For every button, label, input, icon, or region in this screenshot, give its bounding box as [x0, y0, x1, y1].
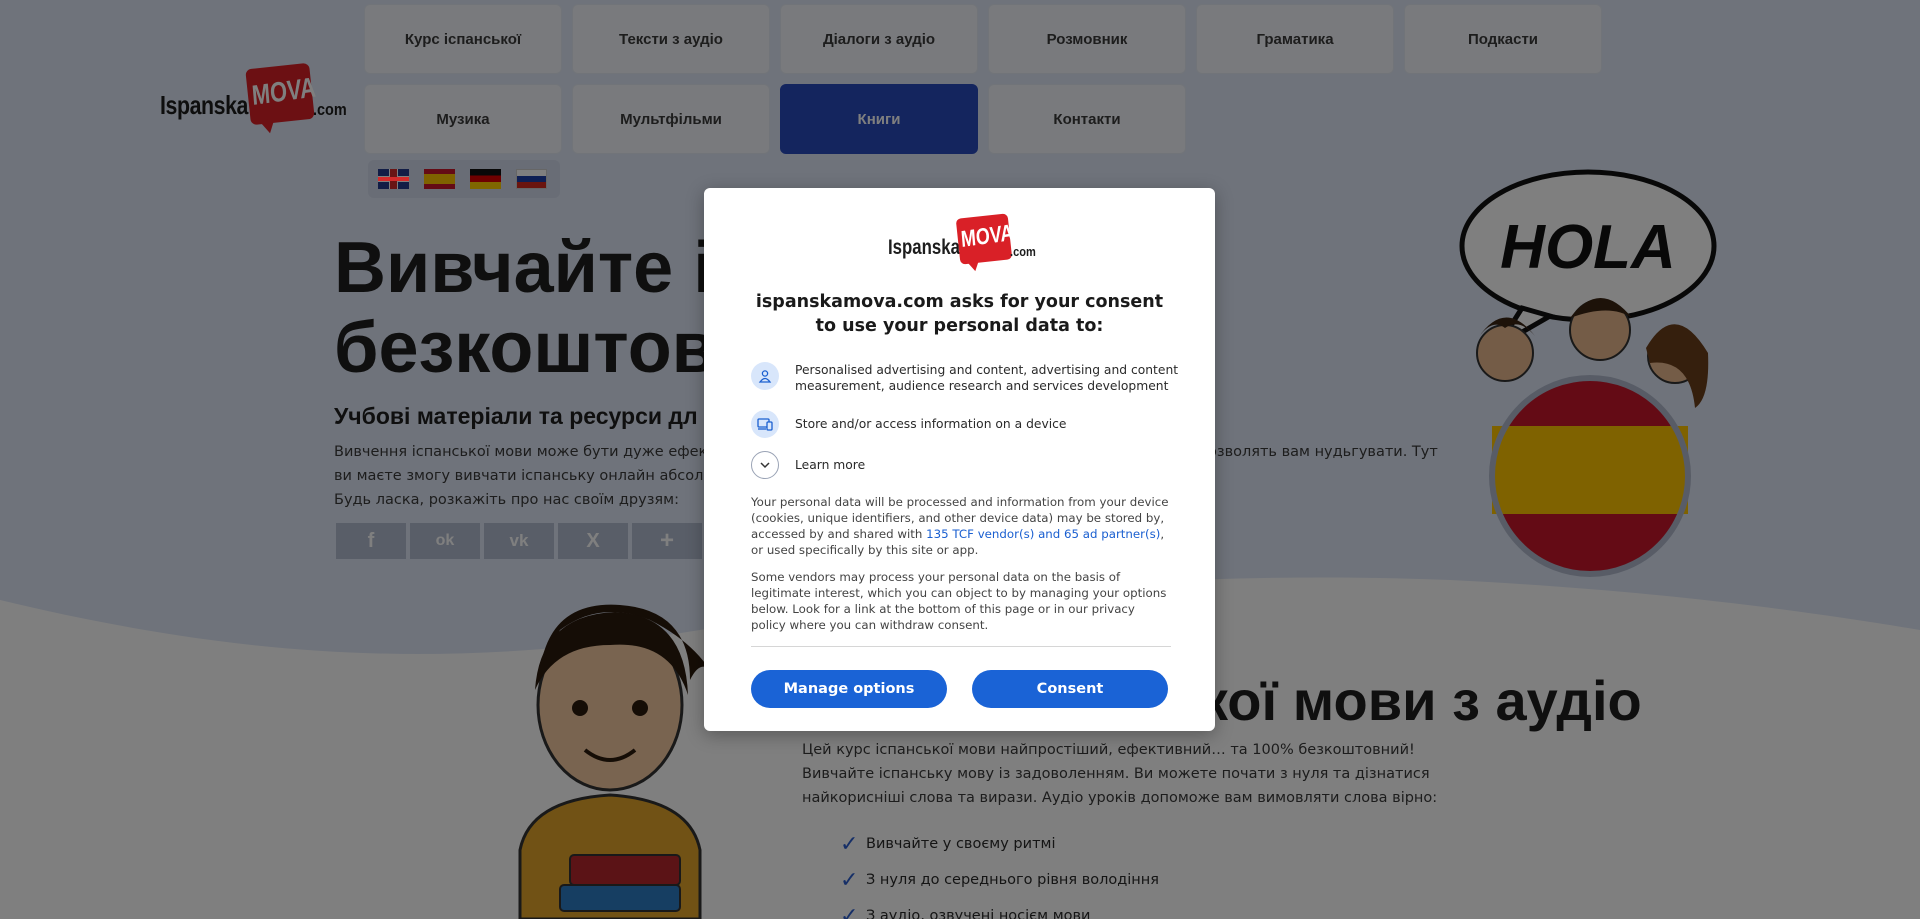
purpose-text: Store and/or access information on a dev… [795, 417, 1067, 431]
logo-text: .com [1010, 244, 1036, 259]
divider [751, 646, 1171, 647]
chevron-down-icon[interactable] [751, 451, 779, 479]
purpose-advertising: Personalised advertising and content, ad… [751, 362, 1185, 394]
person-icon [751, 362, 779, 390]
vendors-link[interactable]: 135 TCF vendor(s) and 65 ad partner(s) [926, 527, 1160, 541]
learn-more-toggle[interactable]: Learn more [751, 451, 1185, 479]
consent-paragraph: Your personal data will be processed and… [751, 494, 1171, 558]
device-icon [751, 410, 779, 438]
learn-more-label[interactable]: Learn more [795, 457, 1185, 473]
logo-text: Ispanska [888, 236, 960, 259]
consent-button[interactable]: Consent [972, 670, 1168, 708]
purpose-text: Personalised advertising and content, ad… [795, 363, 1179, 393]
consent-dialog: Ispanska MOVA .com ispanskamova.com asks… [704, 188, 1215, 731]
manage-options-button[interactable]: Manage options [751, 670, 947, 708]
legitimate-interest-paragraph: Some vendors may process your personal d… [751, 570, 1167, 632]
purpose-storage: Store and/or access information on a dev… [751, 410, 1185, 438]
consent-title: ispanskamova.com asks for your consent t… [755, 292, 1164, 336]
dialog-logo: Ispanska MOVA .com [888, 213, 1036, 272]
